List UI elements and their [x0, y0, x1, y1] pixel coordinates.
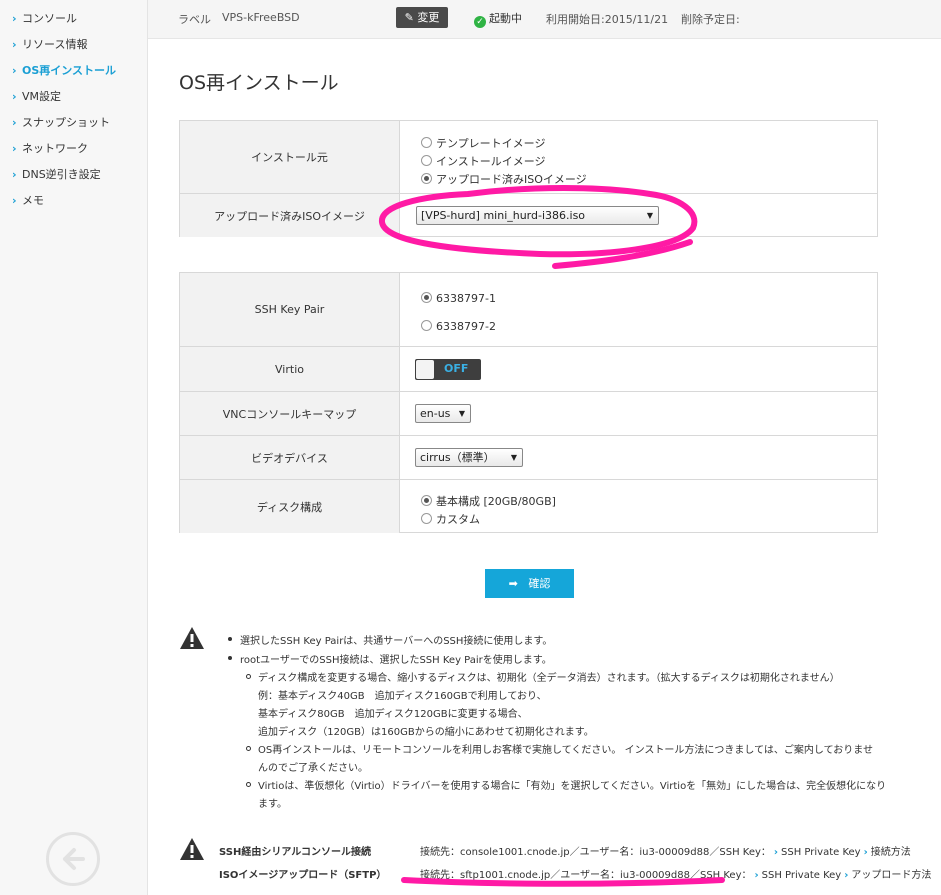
- delete-date: 削除予定日:: [681, 13, 740, 26]
- sidebar-item-dns[interactable]: › DNS逆引き設定: [12, 166, 101, 182]
- vnc-label: VNCコンソールキーマップ: [180, 392, 400, 436]
- sidebar-item-console[interactable]: › コンソール: [12, 10, 77, 26]
- ssh-label: SSH Key Pair: [180, 273, 400, 346]
- warning-icon: [180, 627, 204, 649]
- check-icon: ✓: [474, 16, 486, 28]
- arrow-left-circle-icon: [63, 848, 85, 870]
- iso-select[interactable]: [VPS-hurd] mini_hurd-i386.iso ▼: [416, 206, 659, 225]
- video-label: ビデオデバイス: [180, 436, 400, 480]
- dropdown-arrow-icon: ▼: [458, 409, 465, 418]
- settings-table: SSH Key Pair 6338797-1 6338797-2 Virtio …: [179, 272, 878, 533]
- virtio-label: Virtio: [180, 347, 400, 392]
- install-source-table: インストール元 テンプレートイメージ インストールイメージ アップロード済みIS…: [179, 120, 878, 237]
- note-disk-example-2: 基本ディスク80GB 追加ディスク120GBに変更する場合、: [258, 709, 528, 720]
- chevron-right-icon: ›: [12, 116, 17, 129]
- disk-row: ディスク構成 基本構成 [20GB/80GB] カスタム: [180, 479, 877, 533]
- sidebar-item-resources[interactable]: › リソース情報: [12, 36, 87, 52]
- sidebar-item-network[interactable]: › ネットワーク: [12, 140, 88, 156]
- virtio-row: Virtio OFF: [180, 346, 877, 392]
- edit-label-button[interactable]: ✎ 変更: [396, 7, 448, 28]
- chevron-right-icon: ›: [12, 142, 17, 155]
- back-button[interactable]: [46, 832, 100, 886]
- ssh-console-info: 接続先：console1001.cnode.jp／ユーザー名：iu3-00009…: [420, 847, 911, 858]
- label-caption: ラベル: [178, 13, 211, 26]
- chevron-right-icon: ›: [863, 847, 868, 858]
- server-label: VPS-kFreeBSD: [222, 11, 300, 24]
- sftp-info: 接続先：sftp1001.cnode.jp／ユーザー名：iu3-00009d88…: [420, 870, 932, 881]
- sidebar: › コンソール › リソース情報 › OS再インストール › VM設定 › スナップショッ…: [0, 0, 148, 895]
- sidebar-item-vm-settings[interactable]: › VM設定: [12, 88, 61, 104]
- radio-install-image[interactable]: インストールイメージ: [421, 153, 546, 169]
- chevron-right-icon: ›: [844, 870, 849, 881]
- sidebar-item-memo[interactable]: › メモ: [12, 192, 44, 208]
- dropdown-arrow-icon: ▼: [646, 211, 653, 220]
- ssh-connect-method-link[interactable]: 接続方法: [871, 847, 911, 858]
- start-date: 利用開始日:2015/11/21: [546, 13, 669, 26]
- arrow-right-icon: ➡: [508, 577, 518, 590]
- iso-label: アップロード済みISOイメージ: [180, 194, 400, 237]
- note-virtio: Virtioは、準仮想化（Virtio）ドライバーを使用する場合に「有効」を選択…: [258, 781, 887, 792]
- sftp-title: ISOイメージアップロード（SFTP）: [219, 870, 387, 881]
- radio-ssh-key-1[interactable]: 6338797-1: [421, 292, 496, 305]
- status-badge: ✓ 起動中: [474, 10, 522, 28]
- video-row: ビデオデバイス cirrus（標準） ▼: [180, 435, 877, 480]
- note-virtio-2: ます。: [258, 799, 287, 810]
- pencil-icon: ✎: [404, 11, 414, 24]
- chevron-right-icon: ›: [12, 194, 17, 207]
- sidebar-item-os-reinstall[interactable]: › OS再インストール: [12, 62, 116, 78]
- chevron-right-icon: ›: [12, 64, 17, 77]
- video-device-select[interactable]: cirrus（標準） ▼: [415, 448, 523, 467]
- radio-disk-basic[interactable]: 基本構成 [20GB/80GB]: [421, 493, 556, 509]
- server-info-bar: ラベル VPS-kFreeBSD ✎ 変更 ✓ 起動中 利用開始日:2015/11…: [148, 0, 941, 39]
- install-source-row: インストール元 テンプレートイメージ インストールイメージ アップロード済みIS…: [180, 121, 877, 193]
- dropdown-arrow-icon: ▼: [510, 453, 517, 462]
- disk-label: ディスク構成: [180, 480, 400, 533]
- radio-template-image[interactable]: テンプレートイメージ: [421, 135, 545, 151]
- ssh-console-title: SSH経由シリアルコンソール接続: [219, 847, 372, 858]
- chevron-right-icon: ›: [12, 38, 17, 51]
- iso-row: アップロード済みISOイメージ [VPS-hurd] mini_hurd-i38…: [180, 193, 877, 237]
- sidebar-item-snapshot[interactable]: › スナップショット: [12, 114, 110, 130]
- note-os-reinstall: OS再インストールは、リモートコンソールを利用しお客様で実施してください。 イン…: [258, 745, 873, 756]
- note-disk-change: ディスク構成を変更する場合、縮小するディスクは、初期化（全データ消去）されます。…: [258, 673, 840, 684]
- note-disk-example-3: 追加ディスク（120GB）は160GBからの縮小にあわせて初期化されます。: [258, 727, 594, 738]
- note-root-ssh: rootユーザーでのSSH接続は、選択したSSH Key Pairを使用します。: [240, 655, 552, 666]
- chevron-right-icon: ›: [12, 12, 17, 25]
- ssh-private-key-link[interactable]: SSH Private Key: [781, 847, 861, 858]
- note-disk-example: 例：基本ディスク40GB 追加ディスク160GBで利用しており、: [258, 691, 547, 702]
- vnc-keymap-select[interactable]: en-us ▼: [415, 404, 471, 423]
- chevron-right-icon: ›: [12, 168, 17, 181]
- upload-method-link[interactable]: アップロード方法: [851, 870, 931, 881]
- confirm-button[interactable]: ➡ 確認: [485, 569, 574, 598]
- install-source-label: インストール元: [180, 121, 400, 193]
- chevron-right-icon: ›: [12, 90, 17, 103]
- circle-annotation-tail: [552, 239, 693, 269]
- radio-disk-custom[interactable]: カスタム: [421, 511, 480, 527]
- chevron-right-icon: ›: [754, 870, 759, 881]
- virtio-toggle[interactable]: OFF: [415, 359, 481, 380]
- note-os-reinstall-2: んのでご了承ください。: [258, 763, 368, 774]
- radio-ssh-key-2[interactable]: 6338797-2: [421, 320, 496, 333]
- page-title: OS再インストール: [179, 72, 339, 94]
- warning-icon: [180, 838, 204, 860]
- note-ssh-keypair: 選択したSSH Key Pairは、共通サーバーへのSSH接続に使用します。: [240, 636, 553, 647]
- sftp-private-key-link[interactable]: SSH Private Key: [762, 870, 842, 881]
- vnc-row: VNCコンソールキーマップ en-us ▼: [180, 391, 877, 436]
- radio-uploaded-iso[interactable]: アップロード済みISOイメージ: [421, 171, 587, 187]
- chevron-right-icon: ›: [773, 847, 779, 858]
- ssh-row: SSH Key Pair 6338797-1 6338797-2: [180, 273, 877, 346]
